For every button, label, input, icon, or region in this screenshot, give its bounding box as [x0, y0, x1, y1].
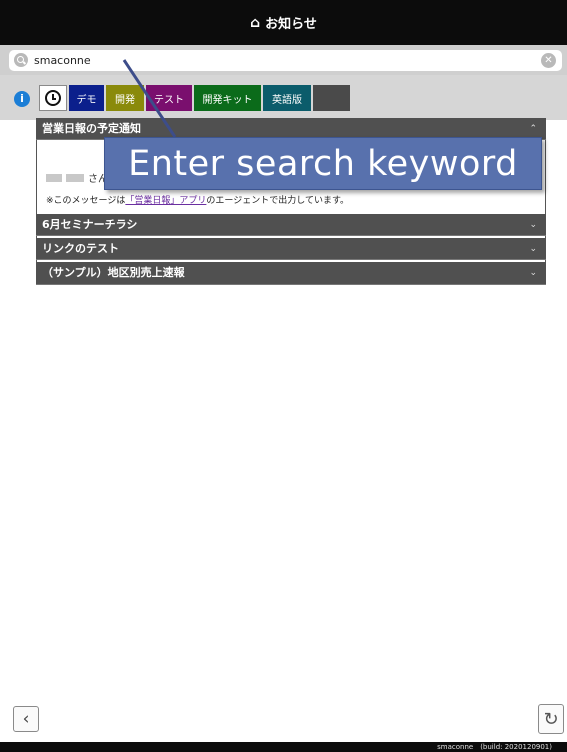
tooltip-pointer [122, 59, 177, 138]
search-tooltip: Enter search keyword [104, 137, 542, 190]
reload-icon: ↻ [543, 708, 559, 730]
build-info: smaconne (build: 2020120901) [0, 742, 567, 752]
reload-button[interactable]: ↻ [538, 704, 564, 734]
chevron-left-icon: ‹ [22, 709, 30, 729]
back-button[interactable]: ‹ [13, 706, 39, 732]
